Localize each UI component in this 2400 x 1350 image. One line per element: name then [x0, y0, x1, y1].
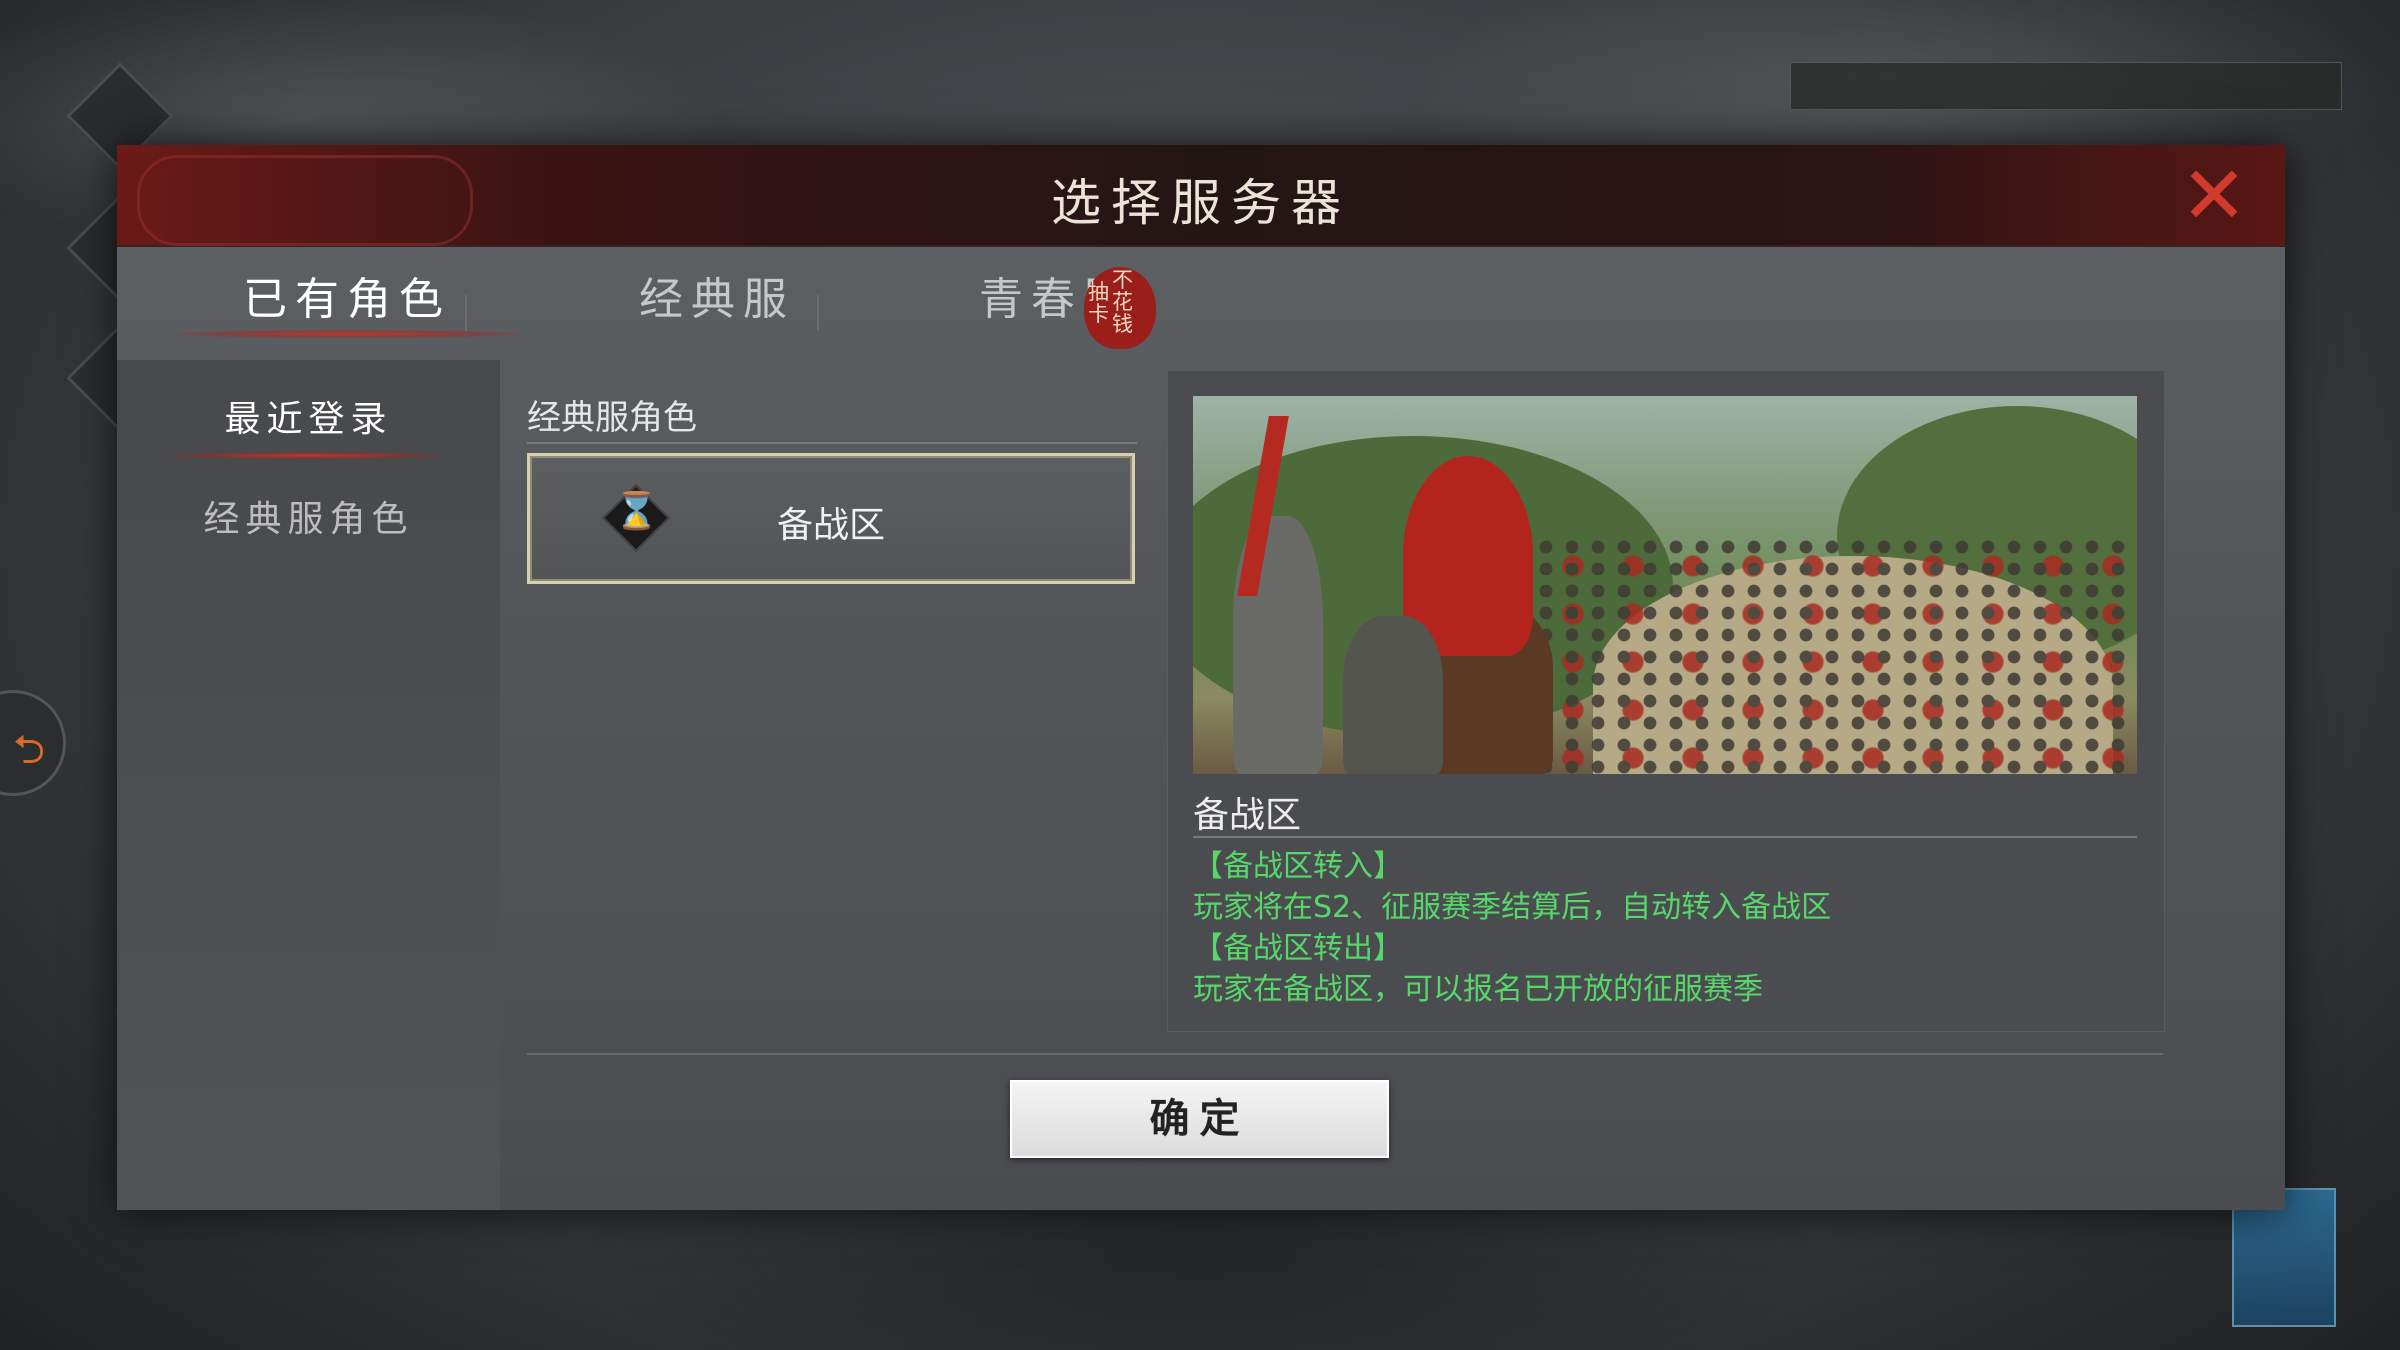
sidebar-item-classic-roles[interactable]: 经典服角色: [117, 490, 500, 542]
tab-classic-server[interactable]: 经典服: [567, 245, 867, 340]
server-tabs: 已有角色 经典服 青春服 不 抽卡 花 钱: [117, 245, 2285, 349]
info-line: 玩家在备战区，可以报名已开放的征服赛季: [1193, 972, 1763, 1007]
dialog-title: 选择服务器: [1051, 174, 1351, 232]
info-divider: [1193, 836, 2137, 838]
badge-char: 抽卡: [1088, 280, 1109, 326]
no-pay-badge: 不 抽卡 花 钱: [1084, 267, 1156, 349]
badge-char: 钱: [1112, 312, 1133, 336]
tab-divider: [817, 295, 819, 331]
server-item[interactable]: ⌛ 备战区: [527, 453, 1135, 584]
badge-char: 花: [1112, 290, 1133, 314]
close-icon: ✕: [2180, 149, 2248, 242]
server-select-dialog: 选择服务器 ✕ 已有角色 经典服 青春服 不 抽卡 花 钱 最近登录 经典服角色…: [117, 145, 2285, 1210]
close-button[interactable]: ✕: [2179, 156, 2249, 236]
background-banner: [1790, 62, 2342, 110]
server-preview-image: [1193, 396, 2137, 774]
badge-char: 不: [1112, 268, 1133, 292]
info-line: 玩家将在S2、征服赛季结算后，自动转入备战区: [1193, 890, 1832, 925]
confirm-button[interactable]: 确定: [1010, 1080, 1389, 1158]
sidebar: 最近登录 经典服角色: [117, 360, 500, 1210]
dialog-header: 选择服务器 ✕: [117, 145, 2285, 247]
return-icon: ⮌: [12, 727, 45, 773]
footer-divider: [527, 1053, 2163, 1055]
server-name: 备战区: [777, 505, 886, 546]
active-sidebar-indicator: [172, 452, 442, 459]
active-tab-indicator: [177, 330, 517, 338]
section-divider: [527, 442, 1137, 444]
sidebar-item-recent-login[interactable]: 最近登录: [117, 390, 500, 442]
info-line: 【备战区转入】: [1193, 849, 1403, 884]
hourglass-icon: ⌛: [614, 491, 659, 532]
section-label: 经典服角色: [527, 398, 697, 438]
server-info-panel: 备战区 【备战区转入】 玩家将在S2、征服赛季结算后，自动转入备战区 【备战区转…: [1167, 370, 2165, 1032]
info-line: 【备战区转出】: [1193, 931, 1403, 966]
info-title: 备战区: [1193, 795, 1302, 836]
tab-divider: [465, 295, 467, 331]
tab-youth-server[interactable]: 青春服: [907, 245, 1207, 340]
